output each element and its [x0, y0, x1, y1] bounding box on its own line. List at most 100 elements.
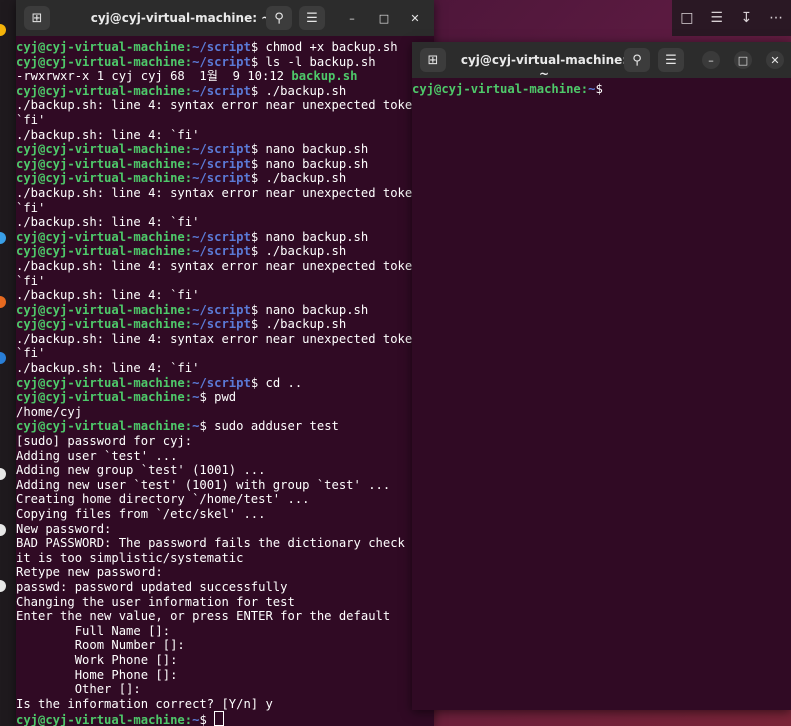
- prompt-user: cyj@cyj-virtual-machine: [16, 713, 185, 726]
- search-icon[interactable]: ⚲: [624, 48, 650, 72]
- dock-app-icon[interactable]: [0, 232, 6, 244]
- output-line: `fi': [16, 346, 434, 361]
- prompt-path: ~/script: [192, 171, 251, 186]
- output-line: /home/cyj: [16, 405, 434, 420]
- close-icon[interactable]: ✕: [766, 51, 784, 69]
- prompt-line: cyj@cyj-virtual-machine:~$: [16, 711, 434, 726]
- prompt-user: cyj@cyj-virtual-machine: [16, 40, 185, 54]
- prompt-line: cyj@cyj-virtual-machine:~/script$ ls -l …: [16, 55, 434, 70]
- output-text: ./backup.sh: line 4: `fi': [16, 288, 200, 303]
- output-text: Is the information correct? [Y/n] y: [16, 696, 273, 711]
- output-text: ./backup.sh: line 4: syntax error near u…: [16, 98, 420, 113]
- dock-app-icon[interactable]: [0, 352, 6, 364]
- output-text: BAD PASSWORD: The password fails the dic…: [16, 536, 405, 551]
- prompt-path: ~/script: [192, 244, 251, 259]
- prompt-dollar: $: [199, 713, 207, 726]
- command-text: ls -l backup.sh: [258, 54, 376, 69]
- command-text: ./backup.sh: [258, 244, 347, 259]
- prompt-user: cyj@cyj-virtual-machine: [16, 83, 185, 98]
- dock-app-icon[interactable]: [0, 296, 6, 308]
- output-text: ./backup.sh: line 4: syntax error near u…: [16, 185, 420, 200]
- prompt-colon: :: [184, 419, 193, 434]
- prompt-line: cyj@cyj-virtual-machine:~/script$ nano b…: [16, 157, 434, 172]
- prompt-line: cyj@cyj-virtual-machine:~/script$ nano b…: [16, 230, 434, 245]
- prompt-path: ~/script: [192, 317, 251, 332]
- output-line: Enter the new value, or press ENTER for …: [16, 609, 434, 624]
- dock-app-icon[interactable]: [0, 468, 6, 480]
- output-line: Room Number []:: [16, 638, 434, 653]
- output-line: Adding user `test' ...: [16, 449, 434, 464]
- output-line: Retype new password:: [16, 565, 434, 580]
- dock-app-icon[interactable]: [0, 580, 6, 592]
- command-text: [207, 713, 214, 726]
- prompt-user: cyj@cyj-virtual-machine: [16, 156, 185, 171]
- new-tab-icon[interactable]: ⊞: [24, 6, 50, 30]
- output-line: Adding new group `test' (1001) ...: [16, 463, 434, 478]
- output-text: ./backup.sh: line 4: `fi': [16, 361, 200, 376]
- command-text: ./backup.sh: [258, 317, 347, 332]
- clipboard-icon[interactable]: ☰: [706, 10, 728, 26]
- prompt-path: ~/script: [192, 142, 251, 157]
- download-icon[interactable]: ↧: [735, 10, 757, 26]
- output-text: /home/cyj: [16, 404, 83, 419]
- new-tab-icon[interactable]: ⊞: [420, 48, 446, 72]
- output-line: ./backup.sh: line 4: `fi': [16, 288, 434, 303]
- prompt-path: ~/script: [192, 229, 251, 244]
- more-icon[interactable]: ⋯: [765, 10, 787, 26]
- output-line: Adding new user `test' (1001) with group…: [16, 478, 434, 493]
- terminal-window-main[interactable]: ⊞ cyj@cyj-virtual-machine: ~ ⚲ ☰ – □ ✕ c…: [16, 0, 434, 726]
- dock-app-icon[interactable]: [0, 524, 6, 536]
- text-cursor[interactable]: [214, 711, 225, 726]
- output-text: `fi': [16, 273, 46, 288]
- output-line: `fi': [16, 274, 434, 289]
- chat-icon[interactable]: □: [676, 10, 698, 26]
- maximize-icon[interactable]: □: [734, 51, 752, 69]
- prompt-colon: :: [184, 244, 193, 259]
- prompt-user: cyj@cyj-virtual-machine: [16, 244, 185, 259]
- output-line: Copying files from `/etc/skel' ...: [16, 507, 434, 522]
- output-line: [sudo] password for cyj:: [16, 434, 434, 449]
- terminal-output[interactable]: cyj@cyj-virtual-machine:~/script$ chmod …: [16, 36, 434, 726]
- output-line: ./backup.sh: line 4: syntax error near u…: [16, 98, 434, 113]
- prompt-colon: :: [184, 375, 193, 390]
- prompt-line: cyj@cyj-virtual-machine:~/script$ chmod …: [16, 40, 434, 55]
- output-line: Work Phone []:: [16, 653, 434, 668]
- output-text: Adding new user `test' (1001) with group…: [16, 477, 391, 492]
- output-text: -rwxrwxr-x 1 cyj cyj 68 1월 9 10:12: [16, 69, 292, 84]
- prompt-user: cyj@cyj-virtual-machine: [16, 171, 185, 186]
- minimize-icon[interactable]: –: [343, 9, 361, 27]
- output-line: ./backup.sh: line 4: syntax error near u…: [16, 332, 434, 347]
- executable-file-name: backup.sh: [291, 69, 358, 84]
- prompt-user: cyj@cyj-virtual-machine: [16, 142, 185, 157]
- dock-app-icon[interactable]: [0, 24, 6, 36]
- prompt-colon: :: [184, 171, 193, 186]
- titlebar[interactable]: ⊞ cyj@cyj-virtual-machine: ~ ⚲ ☰ – □ ✕: [412, 42, 791, 81]
- prompt-colon: :: [184, 83, 193, 98]
- prompt-line: cyj@cyj-virtual-machine:~/script$ nano b…: [16, 303, 434, 318]
- titlebar[interactable]: ⊞ cyj@cyj-virtual-machine: ~ ⚲ ☰ – □ ✕: [16, 0, 434, 36]
- output-line: Home Phone []:: [16, 668, 434, 683]
- command-text: nano backup.sh: [258, 156, 369, 171]
- close-icon[interactable]: ✕: [406, 9, 424, 27]
- prompt-colon: :: [184, 54, 193, 69]
- prompt-path: ~/script: [192, 54, 251, 69]
- output-line: New password:: [16, 522, 434, 537]
- output-text: Copying files from `/etc/skel' ...: [16, 507, 266, 521]
- hamburger-menu-icon[interactable]: ☰: [299, 6, 325, 30]
- terminal-window-secondary[interactable]: ⊞ cyj@cyj-virtual-machine: ~ ⚲ ☰ – □ ✕ c…: [412, 42, 791, 710]
- search-icon[interactable]: ⚲: [266, 6, 292, 30]
- prompt-path: ~/script: [192, 40, 251, 54]
- output-line: Creating home directory `/home/test' ...: [16, 492, 434, 507]
- prompt-line: cyj@cyj-virtual-machine:~/script$ ./back…: [16, 317, 434, 332]
- prompt-path: ~/script: [192, 83, 251, 98]
- command-text: nano backup.sh: [258, 142, 369, 157]
- maximize-icon[interactable]: □: [375, 9, 393, 27]
- prompt-line: cyj@cyj-virtual-machine:~$: [412, 82, 791, 97]
- output-text: Other []:: [16, 682, 141, 697]
- output-text: ./backup.sh: line 4: `fi': [16, 215, 200, 230]
- output-text: Changing the user information for test: [16, 594, 295, 609]
- prompt-line: cyj@cyj-virtual-machine:~/script$ ./back…: [16, 84, 434, 99]
- minimize-icon[interactable]: –: [702, 51, 720, 69]
- hamburger-menu-icon[interactable]: ☰: [658, 48, 684, 72]
- dock: [0, 0, 16, 726]
